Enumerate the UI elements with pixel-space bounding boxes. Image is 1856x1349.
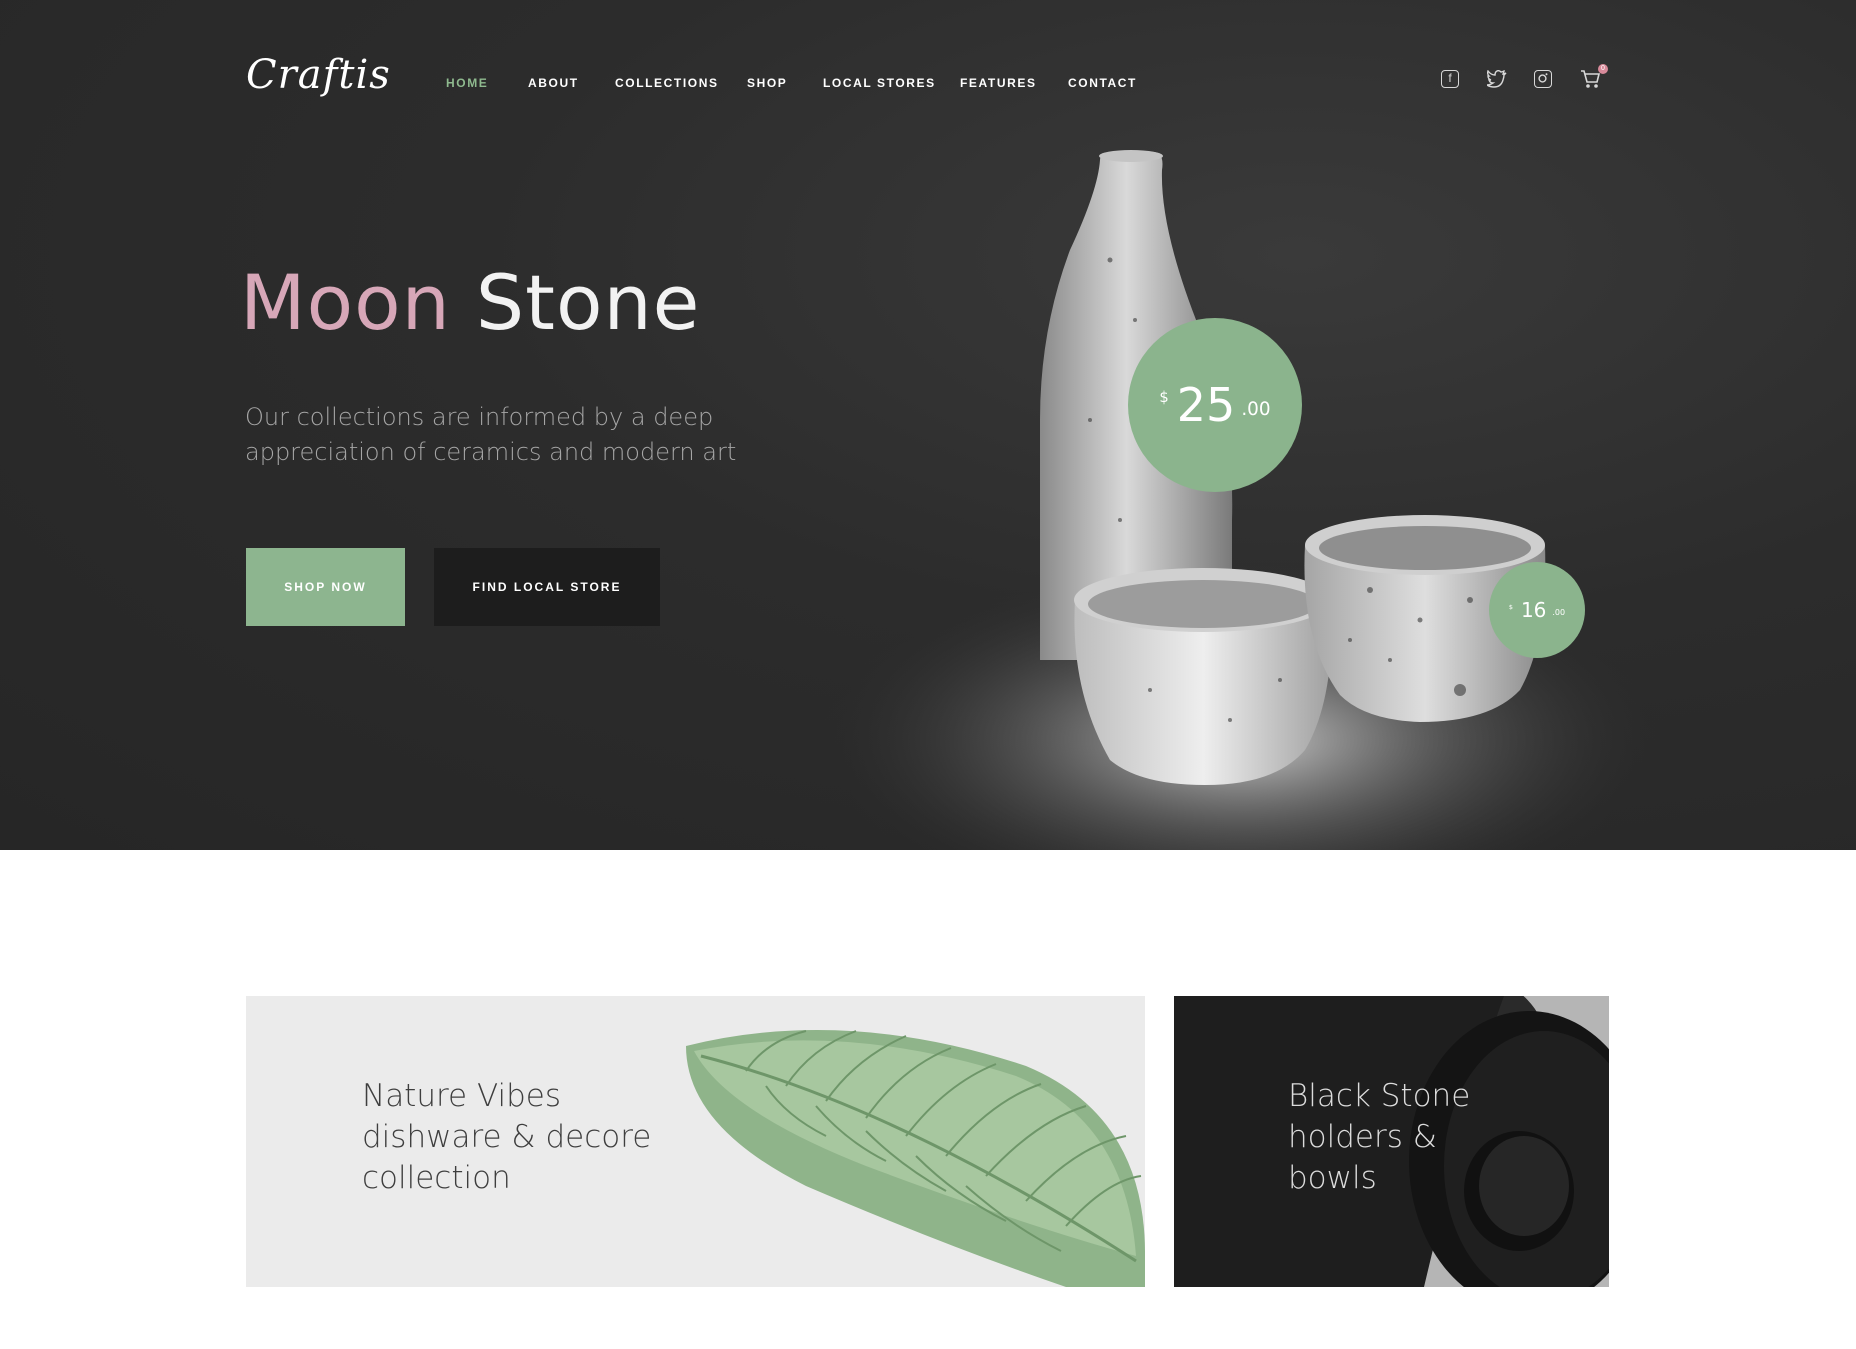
price-badge-bowl: $ 16 .00 bbox=[1489, 562, 1585, 658]
promo-2-line2: holders & bbox=[1288, 1119, 1437, 1155]
hero-title-part2: Stone bbox=[475, 258, 701, 347]
price-cents: .00 bbox=[1241, 399, 1271, 421]
cart-count-badge: 0 bbox=[1598, 64, 1608, 74]
promo-card-nature-vibes[interactable]: Nature Vibes dishware & decore collectio… bbox=[246, 996, 1145, 1287]
price-amount: 16 bbox=[1520, 598, 1547, 622]
price-badge-vase: $ 25 .00 bbox=[1128, 318, 1302, 492]
hero-subtext-line1: Our collections are informed by a deep bbox=[245, 403, 714, 431]
nav-contact[interactable]: CONTACT bbox=[1068, 76, 1137, 90]
nav-home[interactable]: HOME bbox=[446, 76, 488, 90]
nav-about[interactable]: ABOUT bbox=[528, 76, 579, 90]
nav-shop[interactable]: SHOP bbox=[747, 76, 787, 90]
promo-1-line2: dishware & decore bbox=[362, 1119, 652, 1155]
price-currency: $ bbox=[1159, 389, 1169, 407]
nav-local-stores[interactable]: LOCAL STORES bbox=[823, 76, 936, 90]
hero-title: Moon Stone bbox=[240, 258, 700, 347]
instagram-icon[interactable] bbox=[1534, 70, 1552, 88]
hero-subtext: Our collections are informed by a deep a… bbox=[245, 400, 765, 470]
promo-2-line3: bowls bbox=[1288, 1160, 1377, 1196]
promo-2-text: Black Stone holders & bowls bbox=[1288, 1076, 1470, 1199]
price-cents: .00 bbox=[1552, 607, 1566, 617]
cart-button[interactable]: 0 bbox=[1580, 64, 1608, 92]
promo-2-line1: Black Stone bbox=[1288, 1078, 1471, 1114]
promo-1-line3: collection bbox=[362, 1160, 511, 1196]
shop-now-button[interactable]: SHOP NOW bbox=[246, 548, 405, 626]
hero-section: Craftis HOME ABOUT COLLECTIONS SHOP LOCA… bbox=[0, 0, 1856, 850]
twitter-icon[interactable] bbox=[1487, 70, 1507, 88]
hero-subtext-line2: appreciation of ceramics and modern art bbox=[245, 438, 737, 466]
nav-collections[interactable]: COLLECTIONS bbox=[615, 76, 719, 90]
promo-1-text: Nature Vibes dishware & decore collectio… bbox=[362, 1076, 651, 1199]
hero-title-part1: Moon bbox=[240, 258, 451, 347]
facebook-icon[interactable]: f bbox=[1441, 70, 1459, 88]
price-amount: 25 bbox=[1176, 378, 1236, 432]
find-local-store-button[interactable]: FIND LOCAL STORE bbox=[434, 548, 660, 626]
logo[interactable]: Craftis bbox=[246, 52, 391, 98]
promo-1-line1: Nature Vibes bbox=[362, 1078, 562, 1114]
promo-card-black-stone[interactable]: Black Stone holders & bowls bbox=[1174, 996, 1609, 1287]
price-currency: $ bbox=[1508, 602, 1513, 611]
nav-features[interactable]: FEATURES bbox=[960, 76, 1037, 90]
